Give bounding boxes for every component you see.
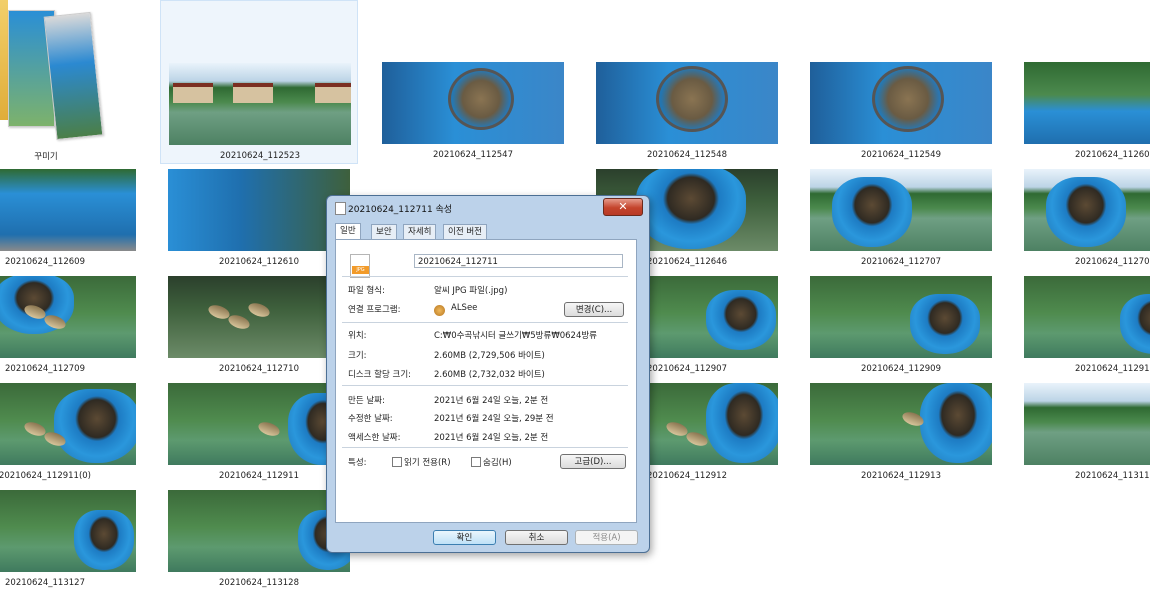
hidden-checkbox[interactable]: [471, 457, 481, 467]
thumbnail-label: 20210624_113128: [219, 578, 299, 588]
thumbnail-tile[interactable]: 20210624_112913: [802, 321, 1000, 485]
app-value: ALSee: [451, 303, 478, 313]
disk-size-label: 디스크 할당 크기:: [348, 370, 412, 380]
thumbnail-label: 20210624_112547: [433, 150, 513, 160]
readonly-label: 읽기 전용(R): [404, 458, 451, 468]
app-label: 연결 프로그램:: [348, 305, 401, 315]
thumbnail-label: 20210624_113117: [1075, 471, 1150, 481]
readonly-checkbox[interactable]: [392, 457, 402, 467]
thumbnail-tile[interactable]: 20210624_113117: [1016, 321, 1150, 485]
divider: [342, 322, 628, 323]
location-value: C:₩0수곡낚시터 글쓰기₩5방류₩0624방류: [434, 331, 598, 341]
thumbnail-image: [1024, 383, 1150, 465]
size-value: 2.60MB (2,729,506 바이트): [434, 351, 545, 361]
modified-value: 2021년 6월 24일 오늘, 29분 전: [434, 414, 554, 424]
tab-general[interactable]: 일반: [335, 223, 361, 240]
disk-size-value: 2.60MB (2,732,032 바이트): [434, 370, 545, 380]
thumbnail-image: [168, 490, 350, 572]
created-label: 만든 날짜:: [348, 396, 385, 406]
type-label: 파일 형식:: [348, 286, 385, 296]
modified-label: 수정한 날짜:: [348, 414, 393, 424]
ok-button[interactable]: 확인: [433, 530, 496, 545]
close-button[interactable]: ✕: [603, 198, 643, 216]
change-button[interactable]: 변경(C)...: [564, 302, 624, 317]
thumbnail-tile[interactable]: 20210624_113127: [0, 428, 144, 590]
tab-security[interactable]: 보안: [371, 224, 397, 239]
thumbnail-image: [382, 62, 564, 144]
attributes-label: 특성:: [348, 458, 367, 468]
type-value: 알씨 JPG 파일(.jpg): [434, 286, 508, 296]
accessed-value: 2021년 6월 24일 오늘, 2분 전: [434, 433, 549, 443]
location-label: 위치:: [348, 331, 367, 341]
alsee-icon: [434, 305, 445, 316]
thumbnail-image: [0, 490, 136, 572]
size-label: 크기:: [348, 351, 367, 361]
divider: [342, 276, 628, 277]
tab-previous-versions[interactable]: 이전 버전: [443, 224, 487, 239]
thumbnail-tile[interactable]: 20210624_112547: [374, 0, 572, 164]
created-value: 2021년 6월 24일 오늘, 2분 전: [434, 396, 549, 406]
dialog-title: 20210624_112711 속성: [348, 205, 453, 215]
thumbnail-image: [810, 383, 992, 465]
advanced-button[interactable]: 고급(D)...: [560, 454, 626, 469]
file-icon: [335, 202, 346, 215]
folder-icon: [0, 0, 8, 120]
file-name-field[interactable]: 20210624_112711: [414, 254, 623, 268]
divider: [342, 385, 628, 386]
hidden-label: 숨김(H): [483, 458, 512, 468]
properties-dialog: 20210624_112711 속성 ✕ 일반 보안 자세히 이전 버전 JPG…: [326, 195, 650, 553]
tab-details[interactable]: 자세히: [403, 224, 437, 239]
jpg-file-icon: JPG: [350, 254, 370, 278]
apply-button[interactable]: 적용(A): [575, 530, 638, 545]
thumbnail-label: 20210624_112913: [861, 471, 941, 481]
divider: [342, 447, 628, 448]
general-panel: JPG 20210624_112711 파일 형식: 알씨 JPG 파일(.jp…: [335, 239, 637, 523]
thumbnail-label: 20210624_113127: [5, 578, 85, 588]
dialog-titlebar[interactable]: 20210624_112711 속성 ✕: [327, 196, 649, 218]
accessed-label: 액세스한 날짜:: [348, 433, 401, 443]
cancel-button[interactable]: 취소: [505, 530, 568, 545]
